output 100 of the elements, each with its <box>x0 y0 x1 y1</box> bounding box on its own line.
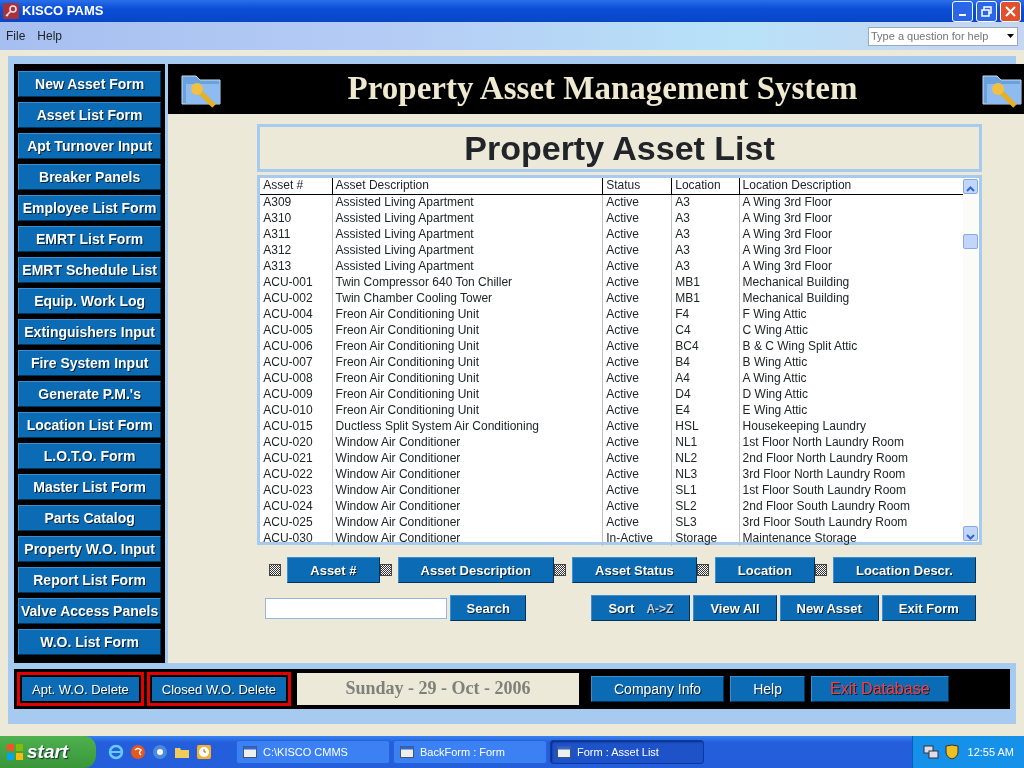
table-cell: Active <box>602 418 672 434</box>
table-cell: A3 <box>671 210 740 226</box>
filter-button[interactable]: Asset # <box>287 557 380 583</box>
table-cell: SL2 <box>671 498 740 514</box>
table-cell: ACU-007 <box>260 354 333 370</box>
table-cell: ACU-005 <box>260 322 333 338</box>
table-cell: Active <box>602 514 672 530</box>
taskbar-button[interactable]: BackForm : Form <box>393 740 547 764</box>
sidebar-button[interactable]: Equip. Work Log <box>18 288 162 314</box>
table-cell: Active <box>602 306 672 322</box>
sidebar-button[interactable]: W.O. List Form <box>18 629 162 655</box>
table-cell: In-Active <box>602 530 672 546</box>
minimize-button[interactable] <box>952 0 973 22</box>
column-header[interactable]: Status <box>602 178 672 194</box>
column-header[interactable]: Location Description <box>739 178 963 194</box>
table-cell: A4 <box>671 370 740 386</box>
sidebar-button[interactable]: Parts Catalog <box>18 505 162 531</box>
sidebar-button[interactable]: EMRT Schedule List <box>18 257 162 283</box>
scroll-thumb[interactable] <box>962 234 978 249</box>
table-cell: D4 <box>671 386 740 402</box>
action-button[interactable]: Exit Form <box>881 595 976 621</box>
table-cell: ACU-004 <box>260 306 333 322</box>
delete-button[interactable]: Closed W.O. Delete <box>146 672 291 706</box>
shield-icon[interactable] <box>944 744 959 760</box>
scroll-up-icon[interactable] <box>962 179 978 194</box>
sidebar-button[interactable]: Generate P.M.'s <box>18 381 162 407</box>
action-button[interactable]: New Asset <box>779 595 879 621</box>
sidebar-button[interactable]: EMRT List Form <box>18 226 162 252</box>
app-key-icon <box>3 3 19 19</box>
column-header[interactable]: Asset # <box>260 178 333 194</box>
taskbar-button[interactable]: C:\KISCO CMMS <box>236 740 390 764</box>
table-cell: 1st Floor South Laundry Room <box>739 482 963 498</box>
table-cell: E Wing Attic <box>739 402 963 418</box>
restore-button[interactable] <box>976 0 997 22</box>
filter-button[interactable]: Asset Status <box>572 557 697 583</box>
asset-list[interactable] <box>257 175 982 545</box>
delete-button[interactable]: Apt. W.O. Delete <box>17 672 144 706</box>
table-cell: C4 <box>671 322 740 338</box>
table-cell: SL3 <box>671 514 740 530</box>
scrollbar[interactable] <box>962 178 979 542</box>
sidebar-button[interactable]: New Asset Form <box>18 71 162 97</box>
menu-item[interactable]: Help <box>37 27 63 45</box>
sidebar-button[interactable]: Apt Turnover Input <box>18 133 162 159</box>
table-cell: Active <box>602 322 672 338</box>
table-cell: Window Air Conditioner <box>332 466 603 482</box>
table-cell: HSL <box>671 418 740 434</box>
action-button[interactable]: View All <box>693 595 777 621</box>
sidebar-button[interactable]: Location List Form <box>18 412 162 438</box>
footer-button[interactable]: Help <box>730 676 805 702</box>
table-cell: A3 <box>671 258 740 274</box>
table-cell: B4 <box>671 354 740 370</box>
table-cell: 1st Floor North Laundry Room <box>739 434 963 450</box>
sidebar-button[interactable]: Breaker Panels <box>18 164 162 190</box>
footer-button[interactable]: Company Info <box>591 676 725 702</box>
filter-checkbox[interactable] <box>269 564 282 576</box>
table-cell: A Wing 3rd Floor <box>739 194 963 210</box>
network-icon[interactable] <box>922 744 939 760</box>
table-cell: 3rd Floor North Laundry Room <box>739 466 963 482</box>
clock-icon[interactable] <box>196 744 212 760</box>
sidebar-button[interactable]: L.O.T.O. Form <box>18 443 162 469</box>
sidebar-button[interactable]: Employee List Form <box>18 195 162 221</box>
table-cell: A Wing 3rd Floor <box>739 242 963 258</box>
help-question-field[interactable]: Type a question for help <box>868 26 1018 46</box>
filter-button[interactable]: Location Descr. <box>833 557 976 583</box>
action-button[interactable]: Sort A->Z <box>591 595 691 621</box>
table-cell: B & C Wing Split Attic <box>739 338 963 354</box>
column-header[interactable]: Asset Description <box>332 178 603 194</box>
close-button[interactable] <box>1000 0 1021 22</box>
table-cell: E4 <box>671 402 740 418</box>
sidebar-button[interactable]: Fire System Input <box>18 350 162 376</box>
sidebar-button[interactable]: Master List Form <box>18 474 162 500</box>
table-cell: Ductless Split System Air Conditioning <box>332 418 603 434</box>
table-cell: Active <box>602 450 672 466</box>
start-button[interactable]: start <box>0 736 96 768</box>
table-cell: ACU-010 <box>260 402 333 418</box>
sidebar-button[interactable]: Property W.O. Input <box>18 536 162 562</box>
table-cell: Freon Air Conditioning Unit <box>332 354 603 370</box>
filter-checkbox[interactable] <box>554 564 567 576</box>
filter-button[interactable]: Asset Description <box>397 557 555 583</box>
filter-button[interactable]: Location <box>714 557 815 583</box>
table-cell: Assisted Living Apartment <box>332 258 603 274</box>
table-cell: ACU-008 <box>260 370 333 386</box>
table-cell: Window Air Conditioner <box>332 514 603 530</box>
table-cell: A Wing 3rd Floor <box>739 258 963 274</box>
taskbar-button[interactable]: Form : Asset List <box>550 740 704 764</box>
circle-logo-icon[interactable] <box>130 744 146 760</box>
globe-icon[interactable] <box>152 744 168 760</box>
sidebar-button[interactable]: Valve Access Panels <box>18 598 162 624</box>
menu-item[interactable]: File <box>6 27 26 45</box>
search-field[interactable] <box>265 597 448 619</box>
date-display: Sunday - 29 - Oct - 2006 <box>297 673 579 705</box>
sidebar-button[interactable]: Report List Form <box>18 567 162 593</box>
sidebar-button[interactable]: Asset List Form <box>18 102 162 128</box>
table-cell: A310 <box>260 210 333 226</box>
table-cell: F4 <box>671 306 740 322</box>
sidebar-button[interactable]: Extinguishers Input <box>18 319 162 345</box>
table-cell: Active <box>602 210 672 226</box>
scroll-down-icon[interactable] <box>962 526 978 541</box>
search-button[interactable]: Search <box>450 595 527 621</box>
column-header[interactable]: Location <box>671 178 740 194</box>
